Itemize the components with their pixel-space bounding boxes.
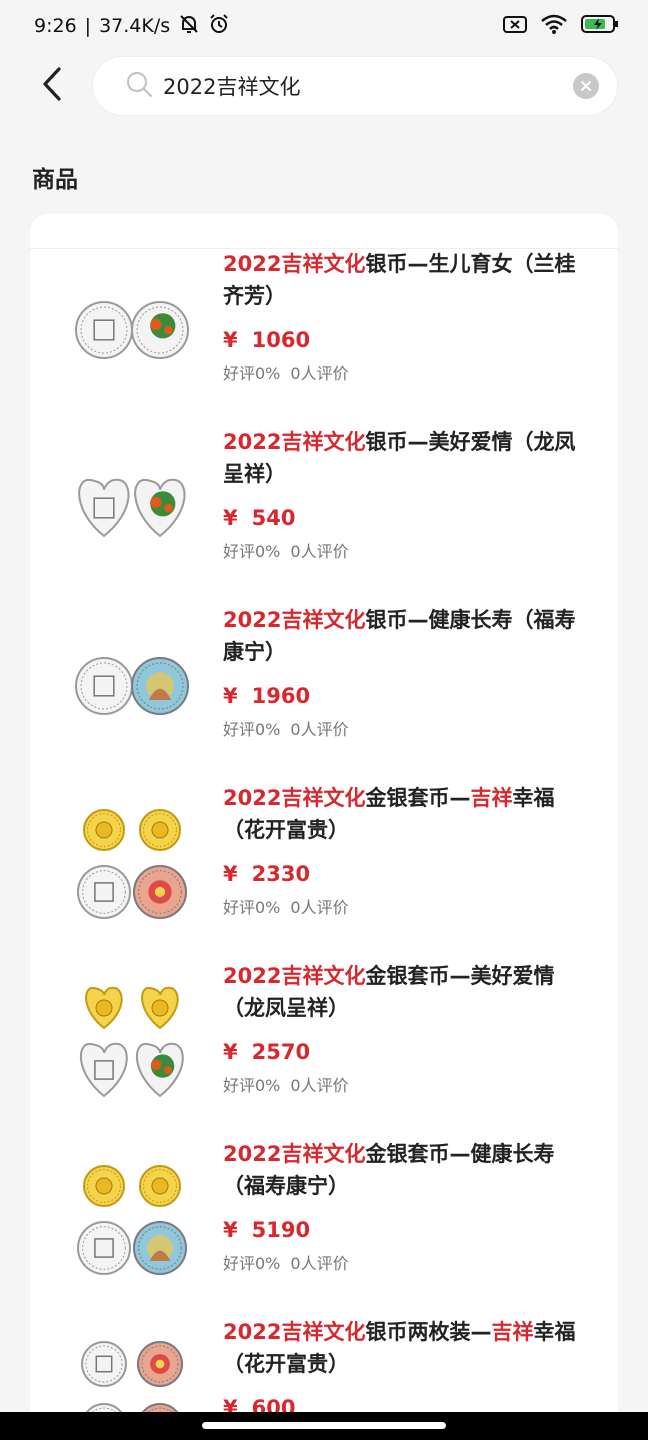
title-highlight: 2022吉祥文化 xyxy=(223,1320,366,1344)
title-highlight: 2022吉祥文化 xyxy=(223,252,366,276)
product-title[interactable]: 2022吉祥文化银币—美好爱情（龙凤呈祥） xyxy=(223,426,593,490)
title-highlight: 吉祥 xyxy=(491,1320,534,1344)
review-count: 0人评价 xyxy=(290,720,349,739)
product-rating: 好评0% 0人评价 xyxy=(223,894,593,918)
product-item[interactable]: 2022吉祥文化金银套币—吉祥幸福（花开富贵） ¥2330 好评0% 0人评价 xyxy=(30,782,618,960)
status-left: 9:26 | 37.4K/s xyxy=(34,13,230,40)
currency-symbol: ¥ xyxy=(223,506,238,530)
product-rating: 好评0% 0人评价 xyxy=(223,1250,593,1274)
good-rate: 好评0% xyxy=(223,1076,281,1095)
status-right xyxy=(502,13,620,40)
product-rating: 好评0% 0人评价 xyxy=(223,538,593,562)
search-box[interactable] xyxy=(92,56,618,116)
good-rate: 好评0% xyxy=(223,364,281,383)
product-info: 2022吉祥文化银币—生儿育女（兰桂齐芳） ¥1060 好评0% 0人评价 xyxy=(223,248,593,384)
good-rate: 好评0% xyxy=(223,1254,281,1273)
product-title[interactable]: 2022吉祥文化金银套币—美好爱情（龙凤呈祥） xyxy=(223,960,593,1024)
product-list-card: 2022吉祥文化银币—生儿育女（兰桂齐芳） ¥1060 好评0% 0人评价 2022吉祥… xyxy=(30,214,618,1440)
currency-symbol: ¥ xyxy=(223,684,238,708)
good-rate: 好评0% xyxy=(223,898,281,917)
price-value: 1060 xyxy=(251,328,311,352)
review-count: 0人评价 xyxy=(290,1076,349,1095)
product-title[interactable]: 2022吉祥文化金银套币—健康长寿（福寿康宁） xyxy=(223,1138,593,1202)
good-rate: 好评0% xyxy=(223,542,281,561)
product-title[interactable]: 2022吉祥文化银币—健康长寿（福寿康宁） xyxy=(223,604,593,668)
product-price: ¥2330 xyxy=(223,862,593,886)
search-header xyxy=(0,56,648,118)
review-count: 0人评价 xyxy=(290,1254,349,1273)
price-value: 5190 xyxy=(251,1218,311,1242)
title-highlight: 2022吉祥文化 xyxy=(223,786,366,810)
currency-symbol: ¥ xyxy=(223,862,238,886)
search-icon xyxy=(125,70,153,102)
price-value: 2330 xyxy=(251,862,311,886)
search-input[interactable] xyxy=(163,74,573,98)
title-text: 金银套币— xyxy=(365,786,471,810)
product-rating: 好评0% 0人评价 xyxy=(223,1072,593,1096)
product-title[interactable]: 2022吉祥文化银币两枚装—吉祥幸福（花开富贵） xyxy=(223,1316,593,1380)
product-info: 2022吉祥文化银币—美好爱情（龙凤呈祥） ¥540 好评0% 0人评价 xyxy=(223,426,593,562)
product-image[interactable] xyxy=(74,614,190,754)
mute-bell-icon xyxy=(178,13,200,40)
product-image[interactable] xyxy=(74,1148,190,1288)
good-rate: 好评0% xyxy=(223,720,281,739)
product-image[interactable] xyxy=(74,436,190,576)
product-price: ¥1960 xyxy=(223,684,593,708)
back-button[interactable] xyxy=(30,64,74,108)
product-info: 2022吉祥文化金银套币—美好爱情（龙凤呈祥） ¥2570 好评0% 0人评价 xyxy=(223,960,593,1096)
status-time: 9:26 xyxy=(34,15,77,37)
price-value: 2570 xyxy=(251,1040,311,1064)
title-highlight: 2022吉祥文化 xyxy=(223,608,366,632)
product-price: ¥540 xyxy=(223,506,593,530)
product-image[interactable] xyxy=(74,970,190,1110)
title-highlight: 吉祥 xyxy=(470,786,513,810)
product-title[interactable]: 2022吉祥文化银币—生儿育女（兰桂齐芳） xyxy=(223,248,593,312)
product-rating: 好评0% 0人评价 xyxy=(223,360,593,384)
product-image[interactable] xyxy=(74,792,190,932)
battery-charging-icon xyxy=(580,13,620,40)
status-network-speed: 37.4K/s xyxy=(99,15,171,37)
product-info: 2022吉祥文化金银套币—吉祥幸福（花开富贵） ¥2330 好评0% 0人评价 xyxy=(223,782,593,918)
home-bar[interactable] xyxy=(202,1422,446,1429)
section-title: 商品 xyxy=(32,167,78,193)
review-count: 0人评价 xyxy=(290,364,349,383)
price-value: 540 xyxy=(251,506,296,530)
product-item[interactable]: 2022吉祥文化银币—生儿育女（兰桂齐芳） ¥1060 好评0% 0人评价 xyxy=(30,248,618,426)
title-highlight: 2022吉祥文化 xyxy=(223,964,366,988)
currency-symbol: ¥ xyxy=(223,328,238,352)
product-price: ¥2570 xyxy=(223,1040,593,1064)
product-info: 2022吉祥文化金银套币—健康长寿（福寿康宁） ¥5190 好评0% 0人评价 xyxy=(223,1138,593,1274)
product-image[interactable] xyxy=(74,258,190,398)
price-value: 1960 xyxy=(251,684,311,708)
product-item[interactable]: 2022吉祥文化金银套币—美好爱情（龙凤呈祥） ¥2570 好评0% 0人评价 xyxy=(30,960,618,1138)
product-item[interactable]: 2022吉祥文化银币—健康长寿（福寿康宁） ¥1960 好评0% 0人评价 xyxy=(30,604,618,782)
wifi-icon xyxy=(540,13,568,40)
product-rating: 好评0% 0人评价 xyxy=(223,716,593,740)
currency-symbol: ¥ xyxy=(223,1040,238,1064)
clear-search-button[interactable] xyxy=(573,73,599,99)
product-price: ¥1060 xyxy=(223,328,593,352)
sim-x-icon xyxy=(502,13,528,40)
title-highlight: 2022吉祥文化 xyxy=(223,430,366,454)
product-info: 2022吉祥文化银币—健康长寿（福寿康宁） ¥1960 好评0% 0人评价 xyxy=(223,604,593,740)
currency-symbol: ¥ xyxy=(223,1218,238,1242)
product-item[interactable]: 2022吉祥文化金银套币—健康长寿（福寿康宁） ¥5190 好评0% 0人评价 xyxy=(30,1138,618,1316)
product-title[interactable]: 2022吉祥文化金银套币—吉祥幸福（花开富贵） xyxy=(223,782,593,846)
product-price: ¥5190 xyxy=(223,1218,593,1242)
title-highlight: 2022吉祥文化 xyxy=(223,1142,366,1166)
review-count: 0人评价 xyxy=(290,542,349,561)
product-item[interactable]: 2022吉祥文化银币—美好爱情（龙凤呈祥） ¥540 好评0% 0人评价 xyxy=(30,426,618,604)
alarm-icon xyxy=(208,13,230,40)
close-icon xyxy=(580,77,592,96)
title-text: 银币两枚装— xyxy=(365,1320,492,1344)
status-bar: 9:26 | 37.4K/s xyxy=(0,0,648,52)
review-count: 0人评价 xyxy=(290,898,349,917)
home-indicator xyxy=(0,1412,648,1440)
chevron-left-icon xyxy=(40,67,64,105)
status-separator: | xyxy=(84,15,92,37)
